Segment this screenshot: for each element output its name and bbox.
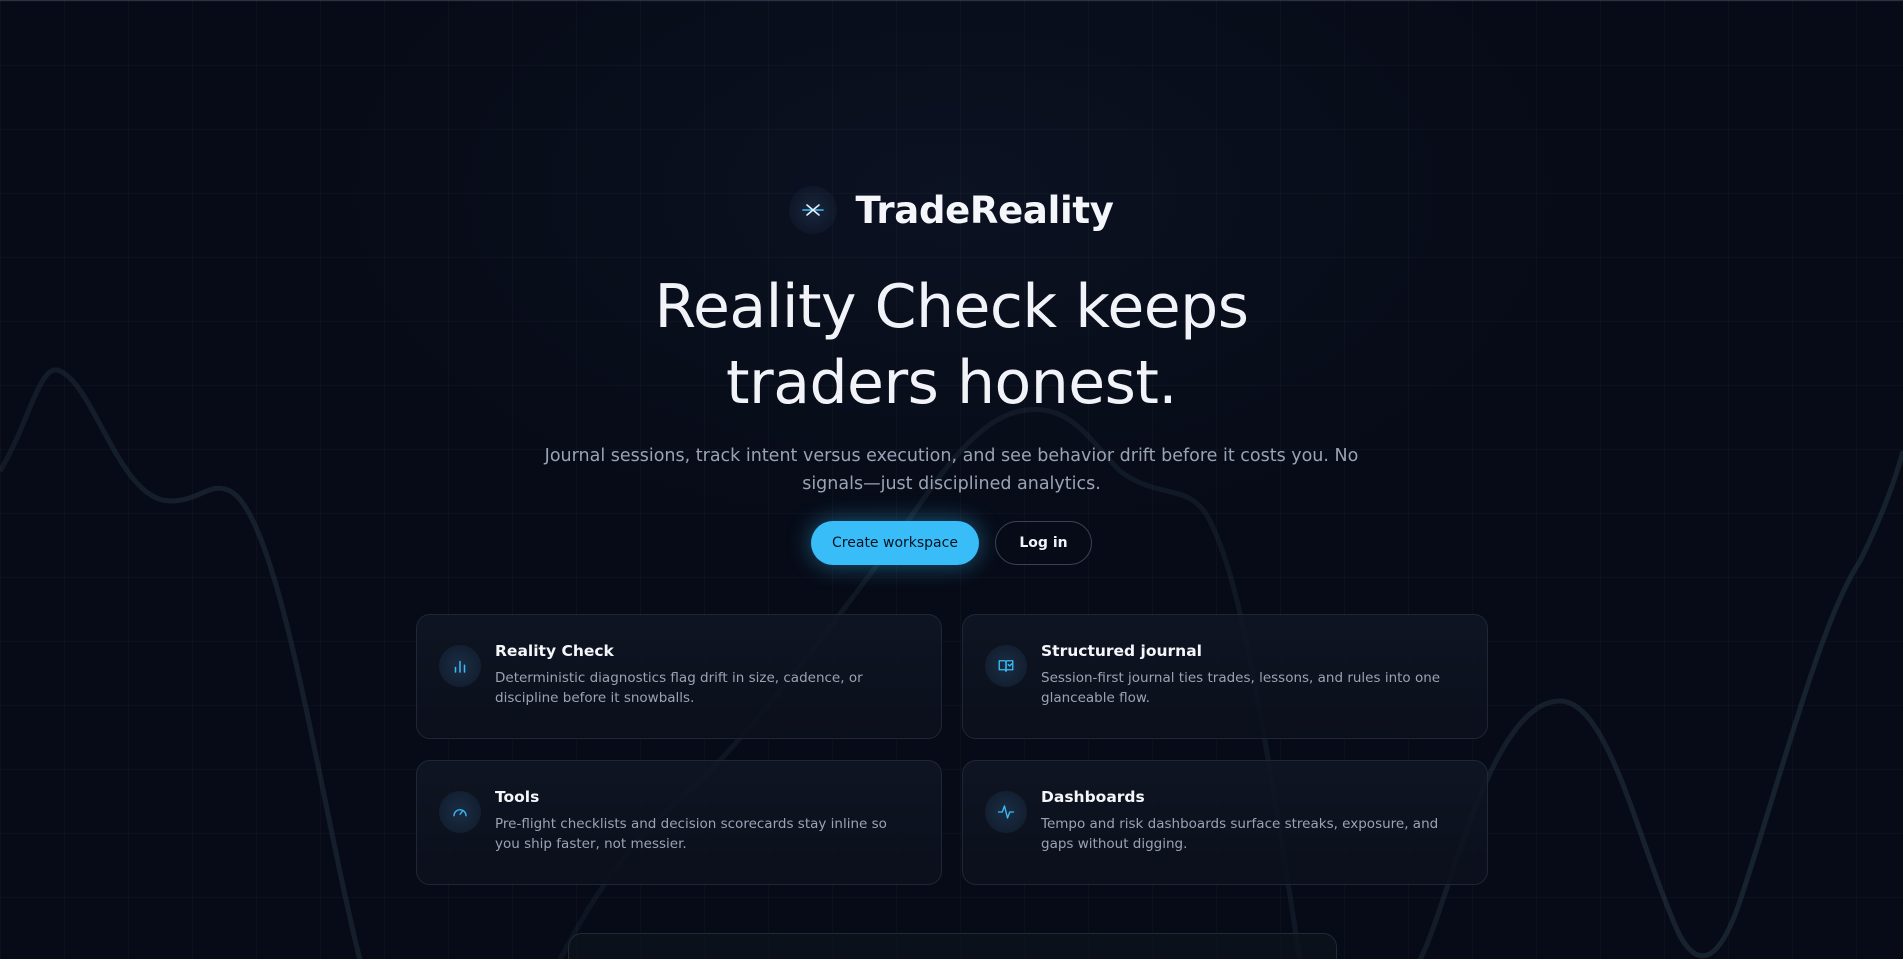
book-icon [985, 645, 1027, 687]
feature-title: Reality Check [495, 642, 614, 660]
feature-title: Tools [495, 788, 540, 806]
feature-description: Tempo and risk dashboards surface streak… [1041, 816, 1439, 852]
bottom-preview-panel [568, 933, 1337, 959]
hero-headline: Reality Check keeps traders honest. [0, 269, 1903, 421]
headline-line-2: traders honest. [726, 348, 1178, 418]
feature-card-reality-check: Reality Check Deterministic diagnostics … [416, 614, 942, 739]
landing-page: TradeReality Reality Check keeps traders… [0, 0, 1903, 959]
features-grid: Reality Check Deterministic diagnostics … [416, 614, 1488, 885]
feature-card-structured-journal: Structured journal Session-first journal… [962, 614, 1488, 739]
hero-subtitle: Journal sessions, track intent versus ex… [544, 446, 1359, 494]
feature-title: Structured journal [1041, 642, 1202, 660]
feature-card-tools: Tools Pre-flight checklists and decision… [416, 760, 942, 885]
headline-line-1: Reality Check keeps [654, 272, 1249, 342]
trend-cross-icon [789, 186, 838, 234]
feature-description: Session-first journal ties trades, lesso… [1041, 670, 1441, 706]
log-in-button[interactable]: Log in [995, 521, 1092, 565]
brand: TradeReality [0, 186, 1903, 234]
feature-description: Deterministic diagnostics flag drift in … [495, 670, 863, 706]
create-workspace-button[interactable]: Create workspace [811, 521, 979, 565]
feature-description: Pre-flight checklists and decision score… [495, 816, 887, 852]
gauge-icon [439, 791, 481, 833]
activity-icon [985, 791, 1027, 833]
cta-row: Create workspace Log in [0, 521, 1903, 565]
feature-card-dashboards: Dashboards Tempo and risk dashboards sur… [962, 760, 1488, 885]
feature-title: Dashboards [1041, 788, 1145, 806]
brand-name: TradeReality [855, 188, 1114, 232]
bar-chart-icon [439, 645, 481, 687]
